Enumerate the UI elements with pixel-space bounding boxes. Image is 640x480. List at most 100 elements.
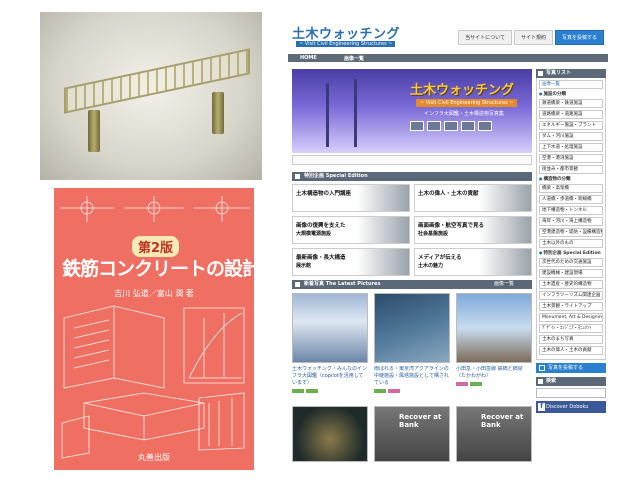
search-title: 検索	[546, 378, 557, 384]
search-input[interactable]	[536, 388, 606, 398]
sidebar-item[interactable]: 建設機械・建設現場	[539, 269, 603, 278]
sidebar-item-all[interactable]: 画像一覧	[539, 80, 603, 89]
special-card[interactable]: 最新画像・長大構造 展示館	[292, 248, 410, 276]
recover-overlay-text: Recover at Bank	[399, 413, 442, 429]
sidebar-item[interactable]: 鉄道橋梁・鉄道施設	[539, 99, 603, 108]
sidebar-item[interactable]: 土木のまち写真	[539, 335, 603, 344]
sidebar-item[interactable]: 土木以外のもの	[539, 239, 603, 248]
submit-photo-button[interactable]: 写真を投稿する	[554, 30, 604, 45]
picture-card[interactable]: 土木ウォッチング・みんなのインフラ大図鑑（copilotを活用しています）	[292, 293, 368, 403]
sidebar-item[interactable]: 人道橋・歩道橋・跨線橋	[539, 195, 603, 204]
tunnel-photo[interactable]	[292, 406, 368, 462]
sidebar-item[interactable]: 土木遺産・歴史的構造物	[539, 280, 603, 289]
special-card-title: 土木の偉人・土木の貢献	[418, 191, 479, 197]
special-card-subtitle: 土木の魅力	[418, 263, 444, 269]
sidebar-item[interactable]: インフラツーリズム関連企画	[539, 291, 603, 300]
section-square-icon	[295, 174, 300, 179]
latest-pictures-title: 新着写真 The Latest Pictures	[304, 281, 381, 287]
special-card-subtitle: 社会基盤施設	[418, 231, 449, 237]
engineering-sketch-illustration	[60, 196, 250, 459]
website-screenshot: 土木ウォッチング ~ Visit Civil Engineering Struc…	[288, 20, 608, 462]
special-card-title: メディアが伝える	[418, 255, 462, 261]
picture-card[interactable]: 雨ばれる・東京湾アクアラインの中継施設・風塔施設として構されている	[374, 293, 450, 403]
recover-photo[interactable]: Recover at Bank	[374, 406, 450, 462]
sidebar-item[interactable]: 橋梁・高架橋	[539, 184, 603, 193]
aerial-sea-photo[interactable]	[374, 293, 450, 363]
sidebar-item[interactable]: 道路橋梁・道路施設	[539, 110, 603, 119]
special-card[interactable]: 画面画像・航空写真で見る 社会基盤施設	[414, 216, 532, 244]
hero-thumbnails	[410, 121, 492, 131]
about-button[interactable]: 当サイトについて	[458, 30, 512, 45]
search-icon	[538, 379, 543, 384]
special-card-title: 土木構造物の入門講座	[296, 191, 352, 197]
sidebar-item[interactable]: 上下水道・処理施設	[539, 143, 603, 152]
hero-thumbnail[interactable]	[478, 121, 492, 131]
special-card[interactable]: 土木の偉人・土木の貢献	[414, 184, 532, 212]
bridge-pier	[88, 110, 100, 152]
picture-caption[interactable]: 土木ウォッチング・みんなのインフラ大図鑑（copilotを活用しています）	[292, 366, 368, 387]
hero-banner[interactable]: 土木ウォッチング ~ Visit Civil Engineering Struc…	[292, 69, 532, 153]
sidebar-item[interactable]: 空港・港湾施設	[539, 154, 603, 163]
camera-icon	[539, 365, 545, 371]
hero-strip	[292, 155, 532, 165]
sidebar-item[interactable]: ダム・河川施設	[539, 132, 603, 141]
hero-thumbnail[interactable]	[410, 121, 424, 131]
site-logo[interactable]: 土木ウォッチング	[292, 23, 400, 42]
picture-tags	[456, 382, 532, 386]
all-pictures-link[interactable]: 画像一覧	[494, 280, 514, 289]
photo-list: 画像一覧 施設の分類 鉄道橋梁・鉄道施設 道路橋梁・道路施設 エネルギー施設・プ…	[536, 78, 606, 360]
book-title: 鉄筋コンクリートの設計	[62, 258, 254, 280]
sidebar-item[interactable]: 土木の偉人・土木の貢献	[539, 346, 603, 355]
special-edition-header: 特別企画 Special Edition	[292, 172, 532, 181]
sidebar-item[interactable]: 土木景観・ライトアップ	[539, 302, 603, 311]
sidebar-item[interactable]: ﾃﾞｻﾞｲﾝ・ｴﾝｼﾞﾆｱ・ﾓﾆｭﾒﾝﾄ	[539, 324, 603, 333]
hero-thumbnail[interactable]	[444, 121, 458, 131]
special-edition-title: 特別企画 Special Edition	[304, 173, 368, 179]
sidebar-item[interactable]: エネルギー施設・プラント	[539, 121, 603, 130]
submit-photo-cta[interactable]: 写真を投稿する	[536, 363, 606, 373]
menu-bar: HOME 画像一覧	[288, 54, 608, 62]
recover-photo[interactable]: Recover at Bank	[456, 406, 532, 462]
sidebar-group-special: 特別企画 Special Edition	[539, 250, 603, 256]
sidebar-group-facilities: 施設の分類	[539, 91, 603, 97]
latest-pictures-grid: 土木ウォッチング・みんなのインフラ大図鑑（copilotを活用しています） 雨ば…	[292, 293, 532, 403]
facebook-box[interactable]: f Discover Doboku	[536, 401, 606, 413]
facebook-label: Discover Doboku	[546, 404, 589, 410]
picture-caption[interactable]: 小田急・小田急線 鉄橋と橋梁（たかわがわ）	[456, 366, 532, 380]
sidebar-item[interactable]: 空港建造物・堤防・設備構造物	[539, 228, 603, 237]
menu-photo-list[interactable]: 画像一覧	[344, 55, 364, 62]
hero-thumbnail[interactable]	[461, 121, 475, 131]
special-card[interactable]: 画像の復興を支えた 大規模電源施設	[292, 216, 410, 244]
menu-home[interactable]: HOME	[300, 55, 317, 61]
picture-caption[interactable]: 雨ばれる・東京湾アクアラインの中継施設・風塔施設として構されている	[374, 366, 450, 387]
search-header: 検索	[536, 377, 606, 386]
pictures-row-2: Recover at Bank Recover at Bank	[292, 406, 532, 462]
snowy-landscape-photo[interactable]	[292, 293, 368, 363]
special-card-subtitle: 大規模電源施設	[296, 231, 332, 237]
photo-list-title: 写真リスト	[546, 70, 572, 76]
submit-photo-cta-label: 写真を投稿する	[548, 365, 584, 371]
sidebar: 写真リスト 画像一覧 施設の分類 鉄道橋梁・鉄道施設 道路橋梁・道路施設 エネル…	[536, 69, 606, 413]
picture-card[interactable]: 小田急・小田急線 鉄橋と橋梁（たかわがわ）	[456, 293, 532, 403]
bridge-tower-graphic	[354, 79, 357, 147]
special-card[interactable]: メディアが伝える 土木の魅力	[414, 248, 532, 276]
photo-list-header: 写真リスト	[536, 69, 606, 78]
picture-tags	[374, 389, 450, 393]
sidebar-item[interactable]: 次世代のための交通施設	[539, 258, 603, 267]
hero-thumbnail[interactable]	[427, 121, 441, 131]
hero-title: 土木ウォッチング	[410, 83, 515, 98]
mount-fuji-train-photo[interactable]	[456, 293, 532, 363]
list-icon	[538, 71, 543, 76]
bridge-tower-graphic	[326, 83, 329, 147]
special-card[interactable]: 土木構造物の入門講座	[292, 184, 410, 212]
sidebar-item[interactable]: Monument, Art & Designing	[539, 313, 603, 322]
sidebar-item[interactable]: 海岸・河川・海上構造物	[539, 217, 603, 226]
sidebar-item[interactable]: 地下構造物・トンネル	[539, 206, 603, 215]
book-cover: 第2版 鉄筋コンクリートの設計 吉川 弘道／富山 潤 著 丸善出版	[54, 188, 254, 470]
sidebar-item[interactable]: 街並み・都市景観	[539, 165, 603, 174]
terms-button[interactable]: サイト規約	[513, 30, 553, 45]
special-card-subtitle: 展示館	[296, 263, 312, 269]
site-logo-subtitle: ~ Visit Civil Engineering Structures ~	[296, 41, 396, 47]
section-square-icon	[295, 282, 300, 287]
site-nav: 当サイトについて サイト規約 写真を投稿する	[458, 30, 604, 45]
